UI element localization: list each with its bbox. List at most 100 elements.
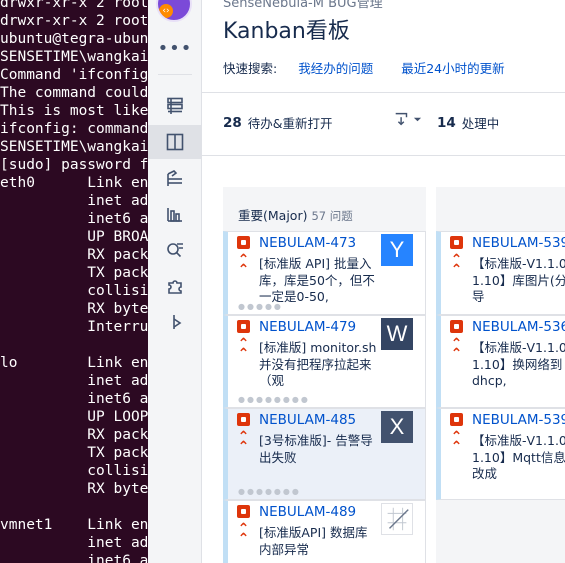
- terminal-line: [sudo] password f: [0, 157, 148, 173]
- components-icon[interactable]: [148, 269, 202, 303]
- issue-type-bug-icon: [450, 320, 463, 333]
- column-header-in-progress: 14 处理中: [437, 113, 499, 132]
- quick-filters: 快速搜索: 我经办的问题 最近24小时的更新: [223, 58, 533, 77]
- quick-filter-recent-updates[interactable]: 最近24小时的更新: [401, 58, 504, 77]
- issue-summary: [标准版] monitor.sh并没有把程序拉起来（观: [259, 340, 377, 388]
- project-sidebar: ‹› •••: [148, 0, 202, 563]
- issue-card[interactable]: ⌃ ⌃ NEBULAM-536 【标准版-V1.1.0-1.10】换网络到dhcp…: [436, 315, 565, 408]
- priority-major-icon: ⌃ ⌃: [237, 521, 250, 547]
- issue-type-bug-icon: [237, 505, 250, 518]
- breadcrumb[interactable]: SenseNebula-M BUG管理: [223, 0, 383, 11]
- quick-filter-my-issues[interactable]: 我经办的问题: [298, 58, 373, 77]
- issue-type-bug-icon: [450, 236, 463, 249]
- board-icon[interactable]: [148, 125, 202, 159]
- terminal-line: inet ad: [0, 193, 148, 209]
- column-name: 待办&重新打开: [247, 116, 333, 131]
- terminal-line: RX pack: [0, 247, 148, 263]
- issue-summary: [标准版API] 数据库内部异常: [259, 525, 368, 557]
- issue-key[interactable]: NEBULAM-473: [259, 235, 356, 251]
- terminal-line: collisi: [0, 463, 148, 479]
- page-title: Kanban看板: [223, 19, 350, 44]
- issue-card[interactable]: ⌃⌃ NEBULAM-539 【标准版-V1.1.0-1.10】Mqtt信息修改…: [436, 408, 565, 500]
- issue-key[interactable]: NEBULAM-485: [259, 412, 356, 428]
- terminal-line: RX byte: [0, 481, 148, 497]
- terminal-line: vmnet1 Link en: [0, 517, 148, 533]
- column-header-todo: 28 待办&重新打开: [223, 113, 333, 132]
- issue-card[interactable]: ⌃ ⌃ NEBULAM-479 [标准版] monitor.sh并没有把程序拉起来…: [223, 315, 426, 408]
- terminal-line: The command could: [0, 85, 148, 101]
- issue-summary: 【标准版-V1.1.0-1.10】Mqtt信息修改成: [472, 433, 565, 481]
- assignee-avatar-image[interactable]: [381, 503, 413, 535]
- terminal-line: UP LOOP: [0, 409, 148, 425]
- assignee-avatar[interactable]: Y: [381, 234, 413, 266]
- issue-key[interactable]: NEBULAM-539: [472, 412, 565, 428]
- terminal-line: lo Link en: [0, 355, 148, 371]
- header-divider: [202, 92, 565, 93]
- priority-major-icon: ⌃ ⌃: [237, 336, 250, 362]
- swimlane-count: 57 问题: [311, 209, 353, 223]
- issue-summary: 【标准版-V1.1.0-1.10】库图片(分页)导: [472, 256, 565, 304]
- terminal-line: Command 'ifconfig: [0, 67, 148, 83]
- priority-major-icon: ⌃ ⌃: [450, 429, 463, 455]
- terminal-line: ifconfig: command: [0, 121, 148, 137]
- terminal-line: TX pack: [0, 265, 148, 281]
- terminal-line: eth0 Link en: [0, 175, 148, 191]
- priority-major-icon: ⌃ ⌃: [450, 336, 463, 362]
- card-dots: ●●●●●●●: [238, 487, 301, 496]
- releases-icon[interactable]: [148, 161, 202, 195]
- priority-major-icon: ⌃ ⌃: [237, 252, 250, 278]
- issue-key[interactable]: NEBULAM-536: [472, 319, 565, 335]
- terminal-line: RX byte: [0, 301, 148, 317]
- issue-key[interactable]: NEBULAM-539: [472, 235, 565, 251]
- issue-key[interactable]: NEBULAM-489: [259, 504, 356, 520]
- terminal-line: inet6 a: [0, 211, 148, 227]
- swimlane-header[interactable]: 重要(Major) 57 问题: [238, 205, 353, 224]
- terminal-line: inet ad: [0, 373, 148, 389]
- terminal-line: Interru: [0, 319, 148, 335]
- issue-type-bug-icon: [237, 413, 250, 426]
- chevron-down-icon: [413, 117, 422, 121]
- more-button[interactable]: •••: [148, 38, 202, 59]
- terminal-line: SENSETIME\wangkai: [0, 139, 148, 155]
- issue-type-bug-icon: [450, 413, 463, 426]
- project-avatar[interactable]: ‹›: [156, 0, 192, 22]
- assignee-avatar[interactable]: X: [381, 411, 413, 443]
- card-dots: ●●●●●●●●: [238, 395, 310, 404]
- assignee-avatar[interactable]: W: [381, 318, 413, 350]
- terminal-line: inet6 a: [0, 553, 148, 563]
- column-count: 28: [223, 114, 242, 131]
- priority-major-icon: ⌃ ⌃: [450, 252, 463, 278]
- column-count: 14: [437, 114, 456, 131]
- column-name: 处理中: [461, 116, 500, 131]
- terminal-line: TX pack: [0, 445, 148, 461]
- issue-card[interactable]: ⌃⌃ NEBULAM-539 【标准版-V1.1.0-1.10】库图片(分页)导: [436, 231, 565, 315]
- column-sort-button[interactable]: [393, 110, 422, 128]
- issue-summary: 【标准版-V1.1.0-1.10】换网络到dhcp,: [472, 340, 565, 388]
- issue-summary: [3号标准版]- 告警导出失败: [259, 433, 373, 465]
- terminal-line: drwxr-xr-x 2 root: [0, 13, 148, 29]
- issue-type-bug-icon: [237, 236, 250, 249]
- issues-icon[interactable]: [148, 233, 202, 267]
- issue-key[interactable]: NEBULAM-479: [259, 319, 356, 335]
- terminal-line: ubuntu@tegra-ubun: [0, 31, 148, 47]
- quick-filter-label: 快速搜索:: [223, 61, 278, 76]
- issue-type-bug-icon: [237, 320, 250, 333]
- terminal-line: This is most like: [0, 103, 148, 119]
- reports-icon[interactable]: [148, 197, 202, 231]
- sort-down-icon: [395, 112, 408, 126]
- terminal-line: drwxr-xr-x 2 root: [0, 0, 148, 11]
- issue-card[interactable]: ⌃ ⌃ NEBULAM-489 [标准版API] 数据库内部异常: [223, 500, 426, 563]
- terminal-line: RX pack: [0, 427, 148, 443]
- terminal-window[interactable]: drwxr-xr-x 2 root drwxr-xr-x 2 root ubuntu…: [0, 0, 148, 563]
- add-item-icon[interactable]: [148, 305, 202, 339]
- swimlane-name: 重要(Major): [238, 208, 308, 223]
- card-dots: ●●●●●: [238, 302, 283, 311]
- issue-summary: [标准版 API] 批量入库，库是50个，但不一定是0-50,: [259, 256, 375, 304]
- issue-card[interactable]: ⌃ ⌃ NEBULAM-473 [标准版 API] 批量入库，库是50个，但不一定…: [223, 231, 426, 315]
- issue-card[interactable]: ⌃ ⌃ NEBULAM-485 [3号标准版]- 告警导出失败 X ●●●●●●●: [223, 408, 426, 500]
- code-badge-icon: ‹›: [159, 4, 173, 18]
- terminal-line: inet6 a: [0, 391, 148, 407]
- backlog-icon[interactable]: [148, 89, 202, 123]
- terminal-line: collisi: [0, 283, 148, 299]
- board-main: SenseNebula-M BUG管理 Kanban看板 快速搜索: 我经办的问…: [202, 0, 565, 563]
